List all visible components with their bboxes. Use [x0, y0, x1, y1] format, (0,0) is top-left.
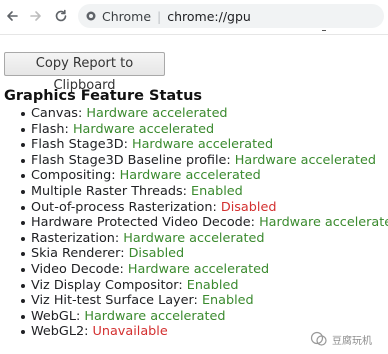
feature-item-compositing: Compositing: Hardware accelerated [0, 168, 388, 184]
feature-name: Viz Hit-test Surface Layer [31, 293, 194, 309]
feature-item-flash-stage3d-baseline: Flash Stage3D Baseline profile: Hardware… [0, 153, 388, 169]
feature-item-skia-renderer: Skia Renderer: Disabled [0, 246, 388, 262]
feature-item-viz-hit-test: Viz Hit-test Surface Layer: Enabled [0, 293, 388, 309]
feature-name: Skia Renderer [31, 246, 121, 262]
feature-status: Enabled [201, 293, 254, 309]
feature-name: Video Decode [31, 261, 120, 277]
site-chip-label: Chrome [102, 8, 152, 24]
graphics-feature-status-heading: Graphics Feature Status [4, 88, 203, 104]
feature-item-rasterization: Rasterization: Hardware accelerated [0, 231, 388, 247]
feature-item-webgl: WebGL: Hardware accelerated [0, 309, 388, 325]
feature-name: Flash Stage3D Baseline profile [31, 152, 227, 168]
feature-status: Hardware accelerated [86, 106, 228, 121]
copy-report-button[interactable]: Copy Report to Clipboard [4, 52, 165, 93]
feature-name: Flash Stage3D [31, 137, 124, 153]
feature-status: Hardware accelerated [131, 137, 274, 153]
arrow-right-icon [30, 11, 41, 21]
feature-status: Hardware accelerated [234, 152, 376, 168]
back-button[interactable] [2, 6, 22, 26]
feature-item-canvas: Canvas: Hardware accelerated [0, 106, 388, 122]
address-bar[interactable]: Chrome | chrome://gpu [78, 4, 384, 28]
feature-name: Compositing [31, 168, 112, 184]
feature-status-list: Canvas: Hardware accelerated Flash: Hard… [0, 106, 388, 340]
arrow-left-icon [7, 11, 18, 21]
feature-status: Hardware accelerated [259, 215, 388, 231]
url-text[interactable]: chrome://gpu [167, 9, 251, 24]
feature-status: Hardware accelerated [72, 121, 215, 137]
browser-toolbar: Chrome | chrome://gpu [0, 0, 388, 35]
reload-button[interactable] [51, 6, 71, 26]
reload-icon [55, 9, 67, 22]
feature-name: WebGL2 [31, 324, 85, 340]
feature-status: Hardware accelerated [123, 230, 265, 246]
address-separator: | [157, 8, 162, 24]
feature-name: WebGL [31, 308, 76, 324]
feature-name: Hardware Protected Video Decode [31, 215, 251, 231]
feature-item-oop-rasterization: Out-of-process Rasterization: Disabled [0, 200, 388, 216]
divider-mark [322, 30, 326, 31]
feature-status: Hardware accelerated [84, 308, 226, 324]
watermark: 豆腐玩机 [310, 330, 372, 348]
feature-status: Disabled [220, 199, 277, 215]
feature-item-video-decode: Video Decode: Hardware accelerated [0, 262, 388, 278]
feature-status: Hardware accelerated [127, 261, 270, 277]
feature-name: Viz Display Compositor [31, 277, 179, 293]
feature-name: Flash [31, 121, 65, 137]
feature-item-protected-video-decode: Hardware Protected Video Decode: Hardwar… [0, 215, 388, 231]
feature-status: Disabled [128, 246, 185, 262]
feature-status: Enabled [186, 277, 239, 293]
feature-name: Canvas [31, 106, 78, 121]
feature-name: Multiple Raster Threads [31, 183, 183, 199]
feature-status: Hardware accelerated [119, 168, 261, 184]
feature-status: Enabled [191, 183, 243, 199]
feature-item-viz-display-compositor: Viz Display Compositor: Enabled [0, 278, 388, 294]
feature-name: Rasterization [31, 230, 115, 246]
watermark-text: 豆腐玩机 [332, 335, 372, 347]
feature-item-flash-stage3d: Flash Stage3D: Hardware accelerated [0, 137, 388, 153]
chrome-site-icon [86, 11, 96, 21]
feature-status: Unavailable [92, 324, 168, 340]
forward-button[interactable] [26, 6, 46, 26]
feature-item-multiple-raster-threads: Multiple Raster Threads: Enabled [0, 184, 388, 200]
feature-name: Out-of-process Rasterization [31, 199, 213, 215]
wechat-logo-icon [310, 331, 327, 346]
feature-item-flash: Flash: Hardware accelerated [0, 122, 388, 138]
